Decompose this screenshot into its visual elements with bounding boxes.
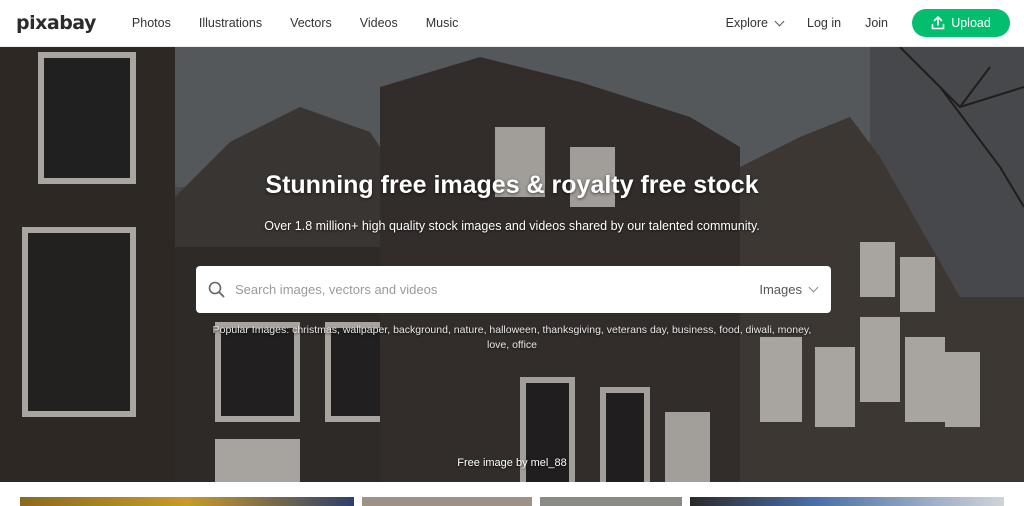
popular-tag[interactable]: food <box>719 324 739 336</box>
popular-tag[interactable]: veterans day <box>607 324 666 336</box>
join-link[interactable]: Join <box>865 16 888 30</box>
hero-title: Stunning free images & royalty free stoc… <box>265 171 759 199</box>
popular-tag[interactable]: wallpaper <box>343 324 387 336</box>
popular-tag[interactable]: background <box>393 324 448 336</box>
hero-subtitle: Over 1.8 million+ high quality stock ima… <box>264 219 760 233</box>
popular-tag[interactable]: love <box>487 339 506 351</box>
image-grid <box>0 482 1024 506</box>
nav-music[interactable]: Music <box>426 16 459 30</box>
header-actions: Explore Log in Join Upload <box>702 9 1010 37</box>
upload-icon <box>931 16 945 30</box>
explore-menu[interactable]: Explore <box>725 16 785 30</box>
top-navigation-bar: pixabay Photos Illustrations Vectors Vid… <box>0 0 1024 47</box>
media-type-dropdown[interactable]: Images <box>759 282 819 297</box>
search-icon[interactable] <box>208 281 225 298</box>
image-thumbnail[interactable] <box>362 497 532 506</box>
hero-overlay <box>0 47 1024 482</box>
upload-button[interactable]: Upload <box>912 9 1010 37</box>
search-input[interactable] <box>235 282 760 297</box>
upload-label: Upload <box>951 16 991 30</box>
popular-tag[interactable]: money <box>778 324 809 336</box>
image-thumbnail[interactable] <box>690 497 1004 506</box>
image-thumbnail[interactable] <box>20 497 354 506</box>
nav-vectors[interactable]: Vectors <box>290 16 332 30</box>
login-link[interactable]: Log in <box>807 16 841 30</box>
popular-tag[interactable]: thanksgiving <box>543 324 601 336</box>
popular-tag[interactable]: halloween <box>489 324 536 336</box>
popular-searches: Popular Images: christmas, wallpaper, ba… <box>212 324 812 351</box>
image-thumbnail[interactable] <box>540 497 682 506</box>
chevron-down-icon <box>808 282 819 293</box>
popular-tag[interactable]: business <box>672 324 713 336</box>
nav-photos[interactable]: Photos <box>132 16 171 30</box>
popular-tag[interactable]: christmas <box>292 324 337 336</box>
media-type-selected: Images <box>759 282 802 297</box>
popular-tag[interactable]: diwali <box>746 324 772 336</box>
nav-videos[interactable]: Videos <box>360 16 398 30</box>
nav-illustrations[interactable]: Illustrations <box>199 16 262 30</box>
chevron-down-icon <box>774 16 785 26</box>
main-nav: Photos Illustrations Vectors Videos Musi… <box>132 16 487 30</box>
popular-label: Popular Images: <box>212 324 290 336</box>
image-credit[interactable]: Free image by mel_88 <box>0 457 1024 469</box>
search-bar: Images <box>196 266 831 313</box>
hero-banner: Stunning free images & royalty free stoc… <box>0 47 1024 482</box>
popular-tag[interactable]: office <box>512 339 537 351</box>
explore-label: Explore <box>725 16 768 30</box>
pixabay-logo[interactable]: pixabay <box>16 12 96 34</box>
popular-tag[interactable]: nature <box>454 324 484 336</box>
